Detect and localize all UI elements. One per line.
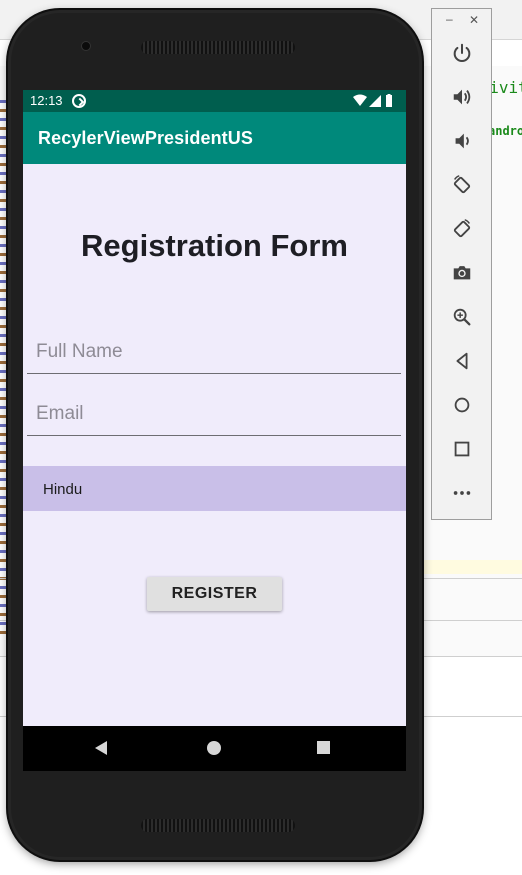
rotate-left-icon (453, 175, 471, 194)
zoom-icon (453, 308, 471, 326)
volume-up-button[interactable] (446, 82, 478, 112)
home-icon (454, 397, 470, 413)
top-speaker (141, 41, 295, 54)
power-icon (453, 43, 471, 62)
toolbar-back-button[interactable] (446, 346, 478, 376)
status-bar: 12:13 (23, 90, 406, 112)
toolbar-home-button[interactable] (446, 390, 478, 420)
app-bar: RecylerViewPresidentUS (23, 112, 406, 164)
emulator-toolbar: – ✕ (431, 8, 492, 520)
volume-up-icon (453, 89, 471, 105)
status-icons (353, 94, 392, 107)
bottom-speaker (141, 819, 295, 832)
register-button[interactable]: REGISTER (147, 577, 282, 611)
ide-highlight-line (420, 560, 522, 574)
navigation-bar (23, 726, 406, 771)
volume-down-button[interactable] (446, 126, 478, 156)
back-icon[interactable] (95, 741, 107, 755)
screenshot-button[interactable] (446, 258, 478, 288)
minimize-button[interactable]: – (446, 12, 453, 26)
ide-code-gutter (0, 100, 8, 640)
device-screen: 12:13 RecylerViewPresidentUS Registratio… (23, 90, 406, 771)
emulator-toolbar-header: – ✕ (432, 9, 491, 33)
full-name-field[interactable] (27, 334, 401, 374)
spinner-selected-value: Hindu (43, 481, 83, 498)
overview-icon (454, 441, 470, 457)
status-time: 12:13 (30, 93, 63, 108)
camera-icon (453, 266, 471, 280)
home-icon[interactable] (207, 741, 221, 755)
toolbar-overview-button[interactable] (446, 434, 478, 464)
more-button[interactable] (446, 478, 478, 508)
full-name-input[interactable] (36, 341, 386, 363)
volume-down-icon (455, 133, 469, 149)
front-camera (81, 41, 91, 51)
data-saver-icon (72, 94, 86, 108)
rotate-right-icon (453, 219, 471, 238)
email-input[interactable] (36, 403, 386, 425)
zoom-button[interactable] (446, 302, 478, 332)
email-field[interactable] (27, 396, 401, 436)
ide-code-text: andro (488, 124, 522, 138)
religion-spinner[interactable]: Hindu (23, 466, 406, 511)
rotate-right-button[interactable] (446, 214, 478, 244)
rotate-left-button[interactable] (446, 170, 478, 200)
app-title: RecylerViewPresidentUS (38, 128, 253, 148)
back-icon (456, 352, 468, 370)
recents-icon[interactable] (317, 741, 330, 754)
close-button[interactable]: ✕ (469, 13, 479, 27)
power-button[interactable] (446, 38, 478, 68)
signal-icon (369, 95, 381, 107)
form-heading: Registration Form (81, 228, 348, 263)
more-icon (453, 491, 471, 495)
wifi-icon (353, 94, 367, 106)
battery-icon (386, 95, 392, 107)
